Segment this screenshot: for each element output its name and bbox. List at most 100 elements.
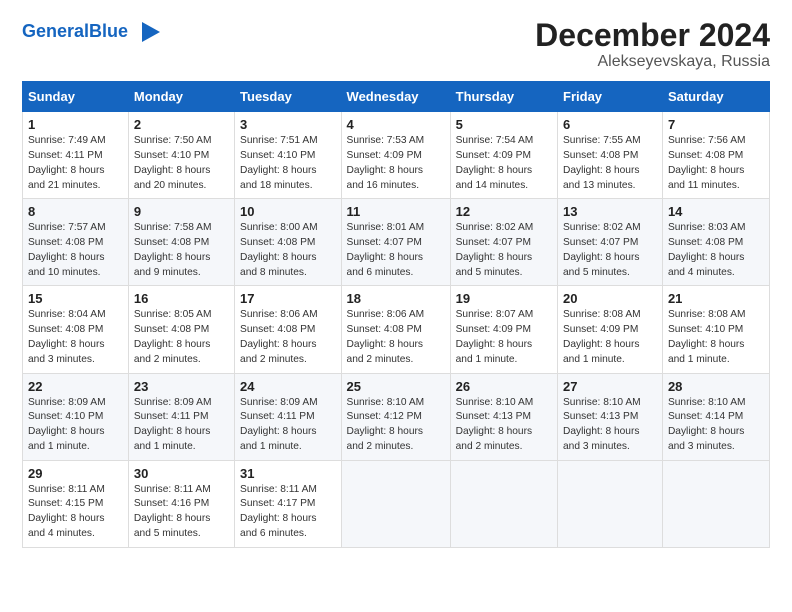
day-info: Sunrise: 8:11 AMSunset: 4:16 PMDaylight:… (134, 483, 229, 542)
table-row: 11Sunrise: 8:01 AMSunset: 4:07 PMDayligh… (341, 199, 450, 286)
logo-icon (132, 18, 160, 46)
day-number: 16 (134, 291, 229, 306)
day-info: Sunrise: 8:06 AMSunset: 4:08 PMDaylight:… (347, 308, 445, 367)
day-info: Sunrise: 8:00 AMSunset: 4:08 PMDaylight:… (240, 221, 336, 280)
table-row: 1 Sunrise: 7:49 AMSunset: 4:11 PMDaylight… (23, 112, 129, 199)
page-title: December 2024 (535, 18, 770, 53)
page-subtitle: Alekseyevskaya, Russia (535, 53, 770, 71)
calendar-week-5: 29 Sunrise: 8:11 AMSunset: 4:15 PMDayligh… (23, 460, 770, 547)
table-row: 31Sunrise: 8:11 AMSunset: 4:17 PMDayligh… (235, 460, 342, 547)
calendar-week-3: 15Sunrise: 8:04 AMSunset: 4:08 PMDayligh… (23, 286, 770, 373)
table-row: 10 Sunrise: 8:00 AMSunset: 4:08 PMDayligh… (235, 199, 342, 286)
logo-text: GeneralBlue (22, 22, 128, 42)
table-row: 7Sunrise: 7:56 AMSunset: 4:08 PMDaylight… (662, 112, 769, 199)
title-block: December 2024 Alekseyevskaya, Russia (535, 18, 770, 71)
day-number: 11 (347, 204, 445, 219)
day-number: 9 (134, 204, 229, 219)
day-info: Sunrise: 7:58 AMSunset: 4:08 PMDaylight:… (134, 221, 229, 280)
calendar-week-2: 8Sunrise: 7:57 AMSunset: 4:08 PMDaylight… (23, 199, 770, 286)
day-info: Sunrise: 8:09 AMSunset: 4:11 PMDaylight:… (240, 396, 336, 455)
day-info: Sunrise: 8:09 AMSunset: 4:10 PMDaylight:… (28, 396, 123, 455)
day-info: Sunrise: 7:54 AMSunset: 4:09 PMDaylight:… (456, 134, 552, 193)
header-row: Sunday Monday Tuesday Wednesday Thursday… (23, 82, 770, 112)
day-info: Sunrise: 7:50 AMSunset: 4:10 PMDaylight:… (134, 134, 229, 193)
day-number: 6 (563, 117, 657, 132)
table-row: 13 Sunrise: 8:02 AMSunset: 4:07 PMDayligh… (558, 199, 663, 286)
day-info: Sunrise: 8:02 AMSunset: 4:07 PMDaylight:… (563, 221, 657, 280)
table-row: 14Sunrise: 8:03 AMSunset: 4:08 PMDayligh… (662, 199, 769, 286)
day-info: Sunrise: 7:53 AMSunset: 4:09 PMDaylight:… (347, 134, 445, 193)
day-info: Sunrise: 8:08 AMSunset: 4:09 PMDaylight:… (563, 308, 657, 367)
day-info: Sunrise: 8:10 AMSunset: 4:12 PMDaylight:… (347, 396, 445, 455)
day-info: Sunrise: 7:51 AMSunset: 4:10 PMDaylight:… (240, 134, 336, 193)
day-number: 20 (563, 291, 657, 306)
table-row: 2 Sunrise: 7:50 AMSunset: 4:10 PMDaylight… (128, 112, 234, 199)
day-number: 2 (134, 117, 229, 132)
day-number: 25 (347, 379, 445, 394)
table-row: 23 Sunrise: 8:09 AMSunset: 4:11 PMDayligh… (128, 373, 234, 460)
day-number: 23 (134, 379, 229, 394)
day-info: Sunrise: 8:06 AMSunset: 4:08 PMDaylight:… (240, 308, 336, 367)
day-number: 30 (134, 466, 229, 481)
table-row: 16 Sunrise: 8:05 AMSunset: 4:08 PMDayligh… (128, 286, 234, 373)
day-number: 27 (563, 379, 657, 394)
day-info: Sunrise: 7:57 AMSunset: 4:08 PMDaylight:… (28, 221, 123, 280)
logo-blue: Blue (89, 21, 128, 41)
day-number: 31 (240, 466, 336, 481)
day-number: 24 (240, 379, 336, 394)
calendar-week-1: 1 Sunrise: 7:49 AMSunset: 4:11 PMDaylight… (23, 112, 770, 199)
day-info: Sunrise: 8:05 AMSunset: 4:08 PMDaylight:… (134, 308, 229, 367)
day-info: Sunrise: 8:11 AMSunset: 4:15 PMDaylight:… (28, 483, 123, 542)
day-info: Sunrise: 8:10 AMSunset: 4:13 PMDaylight:… (563, 396, 657, 455)
calendar-table: Sunday Monday Tuesday Wednesday Thursday… (22, 81, 770, 548)
table-row: 30 Sunrise: 8:11 AMSunset: 4:16 PMDayligh… (128, 460, 234, 547)
table-row: 25 Sunrise: 8:10 AMSunset: 4:12 PMDayligh… (341, 373, 450, 460)
calendar-header: Sunday Monday Tuesday Wednesday Thursday… (23, 82, 770, 112)
table-row (341, 460, 450, 547)
day-info: Sunrise: 8:09 AMSunset: 4:11 PMDaylight:… (134, 396, 229, 455)
table-row: 12 Sunrise: 8:02 AMSunset: 4:07 PMDayligh… (450, 199, 557, 286)
table-row (662, 460, 769, 547)
table-row: 5Sunrise: 7:54 AMSunset: 4:09 PMDaylight… (450, 112, 557, 199)
day-info: Sunrise: 7:55 AMSunset: 4:08 PMDaylight:… (563, 134, 657, 193)
logo: GeneralBlue (22, 18, 160, 46)
table-row: 28Sunrise: 8:10 AMSunset: 4:14 PMDayligh… (662, 373, 769, 460)
day-number: 21 (668, 291, 764, 306)
day-number: 15 (28, 291, 123, 306)
col-tuesday: Tuesday (235, 82, 342, 112)
table-row: 20 Sunrise: 8:08 AMSunset: 4:09 PMDayligh… (558, 286, 663, 373)
table-row: 4 Sunrise: 7:53 AMSunset: 4:09 PMDaylight… (341, 112, 450, 199)
day-number: 10 (240, 204, 336, 219)
table-row: 8Sunrise: 7:57 AMSunset: 4:08 PMDaylight… (23, 199, 129, 286)
day-number: 1 (28, 117, 123, 132)
day-number: 22 (28, 379, 123, 394)
table-row: 15Sunrise: 8:04 AMSunset: 4:08 PMDayligh… (23, 286, 129, 373)
col-sunday: Sunday (23, 82, 129, 112)
day-info: Sunrise: 8:07 AMSunset: 4:09 PMDaylight:… (456, 308, 552, 367)
col-thursday: Thursday (450, 82, 557, 112)
col-friday: Friday (558, 82, 663, 112)
day-info: Sunrise: 7:49 AMSunset: 4:11 PMDaylight:… (28, 134, 123, 193)
table-row: 26Sunrise: 8:10 AMSunset: 4:13 PMDayligh… (450, 373, 557, 460)
table-row: 17Sunrise: 8:06 AMSunset: 4:08 PMDayligh… (235, 286, 342, 373)
day-number: 19 (456, 291, 552, 306)
col-saturday: Saturday (662, 82, 769, 112)
day-number: 18 (347, 291, 445, 306)
table-row: 9 Sunrise: 7:58 AMSunset: 4:08 PMDaylight… (128, 199, 234, 286)
calendar-week-4: 22 Sunrise: 8:09 AMSunset: 4:10 PMDayligh… (23, 373, 770, 460)
col-monday: Monday (128, 82, 234, 112)
day-info: Sunrise: 8:08 AMSunset: 4:10 PMDaylight:… (668, 308, 764, 367)
table-row (450, 460, 557, 547)
day-number: 12 (456, 204, 552, 219)
day-number: 13 (563, 204, 657, 219)
day-number: 4 (347, 117, 445, 132)
table-row (558, 460, 663, 547)
day-number: 14 (668, 204, 764, 219)
day-number: 3 (240, 117, 336, 132)
table-row: 24 Sunrise: 8:09 AMSunset: 4:11 PMDayligh… (235, 373, 342, 460)
day-info: Sunrise: 7:56 AMSunset: 4:08 PMDaylight:… (668, 134, 764, 193)
day-number: 29 (28, 466, 123, 481)
table-row: 6 Sunrise: 7:55 AMSunset: 4:08 PMDaylight… (558, 112, 663, 199)
day-info: Sunrise: 8:10 AMSunset: 4:13 PMDaylight:… (456, 396, 552, 455)
day-info: Sunrise: 8:02 AMSunset: 4:07 PMDaylight:… (456, 221, 552, 280)
